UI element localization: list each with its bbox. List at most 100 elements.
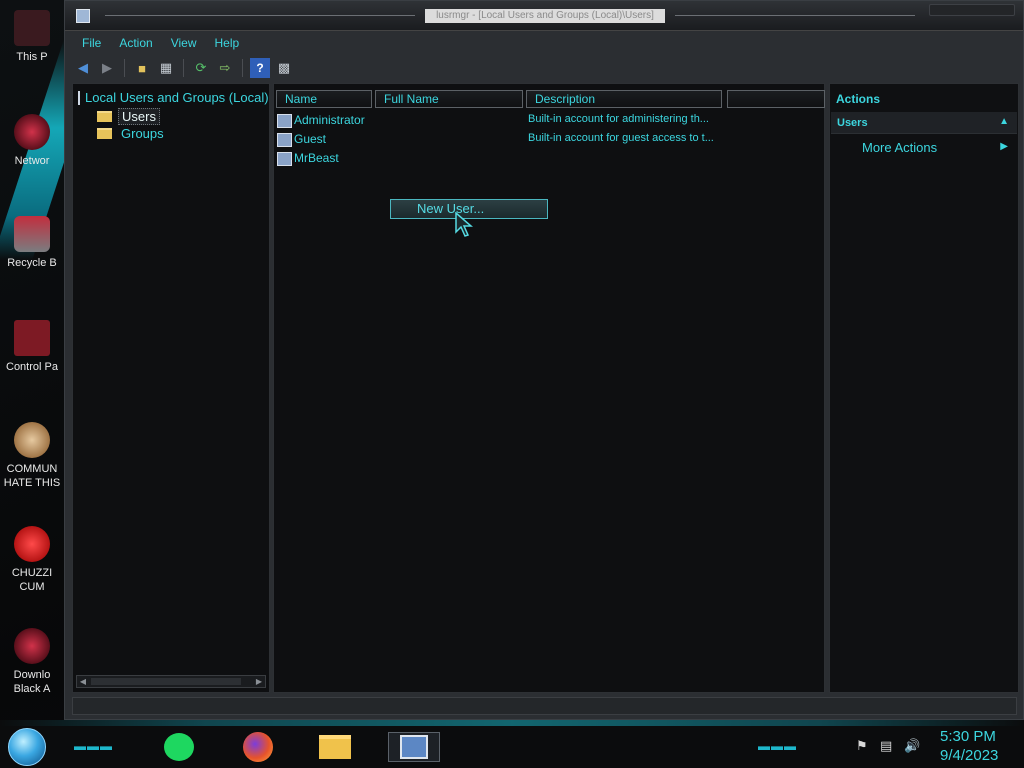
clock-date[interactable]: 9/4/2023 bbox=[940, 747, 998, 764]
file-explorer-icon[interactable] bbox=[318, 732, 352, 762]
user-icon bbox=[277, 114, 292, 128]
tree-item-users[interactable]: Users bbox=[97, 108, 160, 125]
network-tray-icon[interactable]: ▤ bbox=[880, 738, 892, 754]
menu-view[interactable]: View bbox=[162, 33, 206, 53]
status-bar bbox=[72, 697, 1017, 715]
actions-pane: Actions Users ▲ More Actions ▶ bbox=[829, 83, 1019, 693]
user-description: Built-in account for guest access to t..… bbox=[528, 132, 714, 144]
chuzzle-icon bbox=[14, 526, 50, 562]
desktop-icon-label: This P bbox=[16, 51, 48, 63]
desktop-icon-community[interactable]: COMMUN HATE THIS bbox=[0, 422, 64, 490]
column-header-extra[interactable] bbox=[727, 90, 825, 108]
user-name: MrBeast bbox=[294, 151, 339, 165]
actions-title: Actions bbox=[836, 92, 881, 106]
collapse-up-icon[interactable]: ▲ bbox=[999, 116, 1009, 127]
title-bar[interactable]: lusrmgr - [Local Users and Groups (Local… bbox=[65, 1, 1023, 31]
actions-section-users[interactable]: Users ▲ bbox=[831, 112, 1017, 134]
toolbar-separator bbox=[183, 59, 184, 77]
user-name: Administrator bbox=[294, 113, 365, 127]
table-row[interactable]: Guest Built-in account for guest access … bbox=[277, 131, 817, 149]
window-controls[interactable] bbox=[929, 4, 1015, 16]
up-folder-icon[interactable]: ■ bbox=[132, 58, 152, 78]
horizontal-scrollbar[interactable]: ◀ ▶ bbox=[76, 675, 266, 688]
help-icon[interactable]: ? bbox=[250, 58, 270, 78]
title-divider bbox=[675, 15, 915, 16]
folder-icon bbox=[97, 128, 112, 139]
tree-item-label: Users bbox=[118, 108, 160, 125]
toolbar: ◀ ▶ ■ ▦ ⟳ ⇨ ? ▩ bbox=[73, 56, 294, 80]
network-icon bbox=[14, 114, 50, 150]
toolbar-separator bbox=[242, 59, 243, 77]
taskbar-decoration: ▬▬▬ bbox=[758, 739, 797, 753]
properties-pane-icon[interactable]: ▩ bbox=[274, 58, 294, 78]
taskbar-accent bbox=[0, 720, 1024, 726]
user-description: Built-in account for administering th... bbox=[528, 113, 709, 125]
folder-logo bbox=[319, 735, 351, 759]
menu-file[interactable]: File bbox=[73, 33, 110, 53]
menu-help[interactable]: Help bbox=[206, 33, 249, 53]
folder-icon bbox=[97, 111, 112, 122]
desktop-icon-label: Downlo Black A bbox=[13, 669, 51, 695]
taskbar bbox=[0, 720, 1024, 768]
toolbar-separator bbox=[124, 59, 125, 77]
window-title: lusrmgr - [Local Users and Groups (Local… bbox=[425, 9, 665, 23]
menu-bar: File Action View Help bbox=[73, 33, 248, 53]
scroll-right-icon[interactable]: ▶ bbox=[253, 676, 265, 687]
lusrmgr-window: lusrmgr - [Local Users and Groups (Local… bbox=[64, 0, 1024, 720]
column-header-description[interactable]: Description bbox=[526, 90, 722, 108]
scroll-left-icon[interactable]: ◀ bbox=[77, 676, 89, 687]
table-row[interactable]: MrBeast bbox=[277, 150, 817, 168]
export-list-icon[interactable]: ⇨ bbox=[215, 58, 235, 78]
user-icon bbox=[277, 133, 292, 147]
users-logo bbox=[400, 735, 428, 759]
table-row[interactable]: Administrator Built-in account for admin… bbox=[277, 112, 817, 130]
forward-arrow-icon[interactable]: ▶ bbox=[97, 58, 117, 78]
desktop-icon-chuzzle[interactable]: CHUZZI CUM bbox=[0, 526, 64, 594]
this-pc-icon bbox=[14, 10, 50, 46]
refresh-icon[interactable]: ⟳ bbox=[191, 58, 211, 78]
tree-item-groups[interactable]: Groups bbox=[97, 126, 167, 141]
more-actions-item[interactable]: More Actions bbox=[862, 140, 937, 155]
lusrmgr-icon[interactable] bbox=[388, 732, 440, 762]
app-icon bbox=[76, 9, 90, 23]
spotify-icon[interactable] bbox=[162, 732, 196, 762]
clock-time[interactable]: 5:30 PM bbox=[940, 728, 996, 745]
user-list-pane: Name Full Name Description Administrator… bbox=[273, 83, 825, 693]
title-divider bbox=[105, 15, 415, 16]
column-header-name[interactable]: Name bbox=[276, 90, 372, 108]
chevron-right-icon: ▶ bbox=[1000, 141, 1008, 152]
control-panel-icon bbox=[14, 320, 50, 356]
money-bag-icon bbox=[14, 422, 50, 458]
tree-root-label: Local Users and Groups (Local) bbox=[85, 90, 268, 105]
desktop-icon-network[interactable]: Networ bbox=[0, 114, 64, 168]
user-name: Guest bbox=[294, 132, 327, 146]
menu-action[interactable]: Action bbox=[110, 33, 161, 53]
desktop-icons: This P Networ Recycle B Control Pa COMMU… bbox=[0, 0, 64, 720]
desktop-icon-label: COMMUN HATE THIS bbox=[3, 463, 61, 489]
computer-icon bbox=[78, 90, 80, 105]
volume-icon[interactable]: 🔊 bbox=[904, 738, 920, 754]
desktop-icon-label: CHUZZI CUM bbox=[11, 567, 53, 593]
tree-root[interactable]: Local Users and Groups (Local) bbox=[78, 90, 268, 105]
start-button[interactable] bbox=[8, 728, 46, 766]
desktop-icon-control-panel[interactable]: Control Pa bbox=[0, 320, 64, 374]
back-arrow-icon[interactable]: ◀ bbox=[73, 58, 93, 78]
spotify-logo bbox=[164, 733, 194, 761]
desktop-icon-this-pc[interactable]: This P bbox=[0, 10, 64, 64]
taskbar-decoration: ▬▬▬ bbox=[74, 739, 113, 753]
desktop-icon-label: Recycle B bbox=[7, 257, 57, 269]
column-header-full-name[interactable]: Full Name bbox=[375, 90, 523, 108]
scroll-thumb[interactable] bbox=[91, 678, 241, 685]
actions-section-label: Users bbox=[837, 117, 868, 129]
flag-icon[interactable]: ⚑ bbox=[856, 738, 868, 754]
tree-pane: Local Users and Groups (Local) Users Gro… bbox=[72, 83, 270, 693]
firefox-icon[interactable] bbox=[241, 732, 275, 762]
desktop-icon-recycle-bin[interactable]: Recycle B bbox=[0, 216, 64, 270]
desktop-icon-label: Networ bbox=[14, 155, 50, 167]
desktop-icon-label: Control Pa bbox=[6, 361, 58, 373]
firefox-logo bbox=[243, 732, 273, 762]
show-hide-tree-icon[interactable]: ▦ bbox=[156, 58, 176, 78]
mouse-cursor-icon bbox=[455, 212, 474, 237]
desktop-icon-download[interactable]: Downlo Black A bbox=[0, 628, 64, 696]
download-icon bbox=[14, 628, 50, 664]
